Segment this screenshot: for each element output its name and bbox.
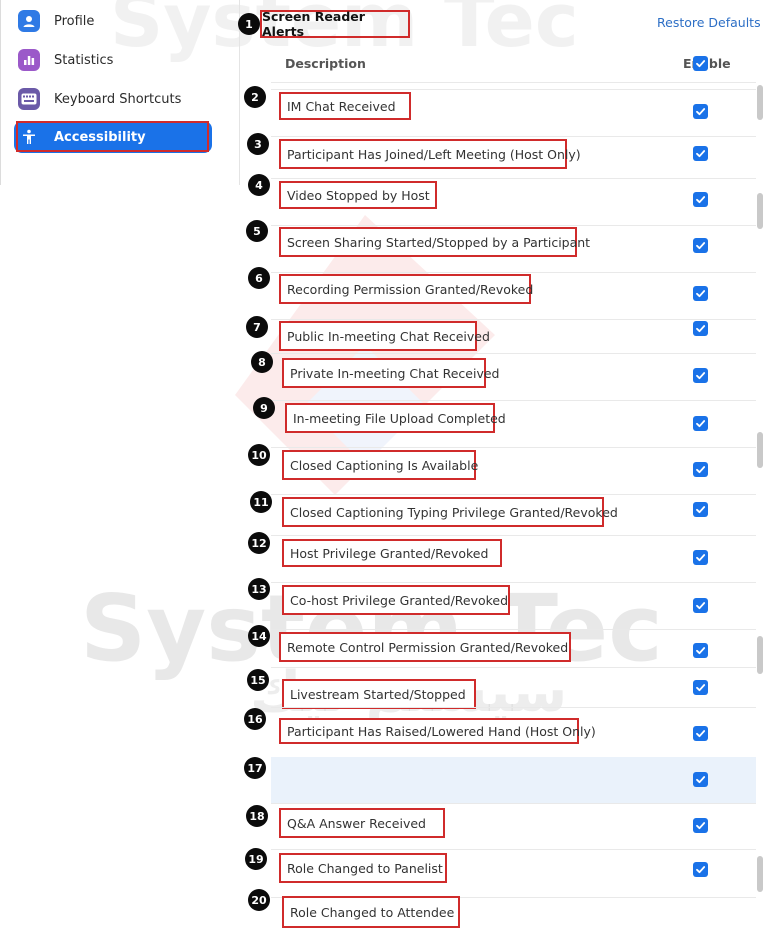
profile-icon bbox=[18, 10, 40, 32]
checkmark-icon bbox=[696, 372, 706, 380]
annotation-marker: 10 bbox=[248, 444, 270, 466]
enable-checkbox[interactable] bbox=[693, 862, 708, 877]
enable-checkbox[interactable] bbox=[693, 550, 708, 565]
restore-defaults-link[interactable]: Restore Defaults bbox=[657, 15, 761, 30]
annotation-marker: 20 bbox=[248, 889, 270, 911]
checkmark-icon bbox=[696, 196, 706, 204]
annotation-marker: 8 bbox=[251, 351, 273, 373]
sidebar-item-label: Statistics bbox=[54, 52, 114, 68]
table-row bbox=[271, 272, 756, 320]
enable-checkbox[interactable] bbox=[693, 368, 708, 383]
table-row bbox=[271, 535, 756, 583]
alert-label: Role Changed to Attendee bbox=[282, 896, 460, 928]
annotation-marker: 19 bbox=[245, 848, 267, 870]
annotation-marker: 12 bbox=[248, 532, 270, 554]
keyboard-icon bbox=[18, 88, 40, 110]
table-row bbox=[271, 757, 756, 804]
table-row bbox=[271, 447, 756, 495]
checkmark-icon bbox=[696, 602, 706, 610]
annotation-marker: 9 bbox=[253, 397, 275, 419]
table-row bbox=[271, 629, 756, 668]
annotation-marker: 6 bbox=[248, 267, 270, 289]
scrollbar-thumb[interactable] bbox=[757, 856, 763, 892]
annotation-marker: 17 bbox=[244, 757, 266, 779]
sidebar-item-keyboard-shortcuts[interactable]: Keyboard Shortcuts bbox=[14, 84, 212, 114]
checkmark-icon bbox=[696, 554, 706, 562]
sidebar-item-profile[interactable]: Profile bbox=[14, 6, 212, 36]
table-row bbox=[271, 582, 756, 630]
annotation-marker: 3 bbox=[247, 133, 269, 155]
enable-checkbox[interactable] bbox=[693, 643, 708, 658]
sidebar-item-accessibility[interactable]: Accessibility bbox=[14, 121, 212, 153]
table-row bbox=[271, 494, 756, 536]
table-row bbox=[271, 89, 756, 137]
table-row bbox=[271, 178, 756, 226]
alerts-table: Description Enable IM Chat ReceivedParti… bbox=[271, 42, 756, 939]
annotation-marker: 7 bbox=[246, 316, 268, 338]
annotation-marker: 13 bbox=[248, 578, 270, 600]
enable-checkbox[interactable] bbox=[693, 56, 708, 71]
annotation-marker: 14 bbox=[248, 625, 270, 647]
checkmark-icon bbox=[696, 108, 706, 116]
checkmark-icon bbox=[696, 325, 706, 333]
page-title: Screen Reader Alerts bbox=[260, 9, 410, 39]
scrollbar-thumb[interactable] bbox=[757, 636, 763, 674]
table-row bbox=[271, 136, 756, 179]
checkmark-icon bbox=[696, 776, 706, 784]
enable-checkbox[interactable] bbox=[693, 772, 708, 787]
sidebar-item-statistics[interactable]: Statistics bbox=[14, 45, 212, 75]
table-row bbox=[271, 803, 756, 850]
table-row bbox=[271, 707, 756, 758]
enable-checkbox[interactable] bbox=[693, 146, 708, 161]
checkmark-icon bbox=[696, 150, 706, 158]
checkmark-icon bbox=[696, 290, 706, 298]
checkmark-icon bbox=[696, 60, 706, 68]
table-row bbox=[271, 225, 756, 273]
annotation-marker: 18 bbox=[246, 805, 268, 827]
checkmark-icon bbox=[696, 420, 706, 428]
enable-checkbox[interactable] bbox=[693, 462, 708, 477]
annotation-marker: 1 bbox=[238, 13, 260, 35]
annotation-marker: 16 bbox=[244, 708, 266, 730]
enable-checkbox[interactable] bbox=[693, 598, 708, 613]
enable-checkbox[interactable] bbox=[693, 104, 708, 119]
table-row bbox=[271, 353, 756, 401]
enable-checkbox[interactable] bbox=[693, 818, 708, 833]
sidebar-item-label: Keyboard Shortcuts bbox=[54, 91, 182, 107]
enable-checkbox[interactable] bbox=[693, 680, 708, 695]
checkmark-icon bbox=[696, 730, 706, 738]
sidebar-item-label: Accessibility bbox=[54, 129, 146, 145]
checkmark-icon bbox=[696, 866, 706, 874]
checkmark-icon bbox=[696, 242, 706, 250]
table-row bbox=[271, 319, 756, 354]
table-row bbox=[271, 400, 756, 448]
accessibility-icon bbox=[18, 126, 40, 148]
scrollbar-thumb[interactable] bbox=[757, 432, 763, 468]
annotation-marker: 11 bbox=[250, 491, 272, 513]
annotation-marker: 5 bbox=[246, 220, 268, 242]
enable-checkbox[interactable] bbox=[693, 502, 708, 517]
table-row bbox=[271, 42, 756, 90]
sidebar-item-label: Profile bbox=[54, 13, 95, 29]
annotation-marker: 2 bbox=[244, 86, 266, 108]
checkmark-icon bbox=[696, 684, 706, 692]
table-row bbox=[271, 667, 756, 708]
scrollbar-thumb[interactable] bbox=[757, 85, 763, 120]
enable-checkbox[interactable] bbox=[693, 192, 708, 207]
checkmark-icon bbox=[696, 466, 706, 474]
checkmark-icon bbox=[696, 506, 706, 514]
annotation-marker: 4 bbox=[248, 174, 270, 196]
annotation-marker: 15 bbox=[247, 669, 269, 691]
enable-checkbox[interactable] bbox=[693, 321, 708, 336]
enable-checkbox[interactable] bbox=[693, 286, 708, 301]
enable-checkbox[interactable] bbox=[693, 726, 708, 741]
table-row bbox=[271, 849, 756, 898]
statistics-icon bbox=[18, 49, 40, 71]
checkmark-icon bbox=[696, 647, 706, 655]
sidebar: Profile Statistics Keyboard Shortcuts Ac… bbox=[0, 0, 240, 185]
enable-checkbox[interactable] bbox=[693, 238, 708, 253]
checkmark-icon bbox=[696, 822, 706, 830]
scrollbar-thumb[interactable] bbox=[757, 193, 763, 229]
enable-checkbox[interactable] bbox=[693, 416, 708, 431]
